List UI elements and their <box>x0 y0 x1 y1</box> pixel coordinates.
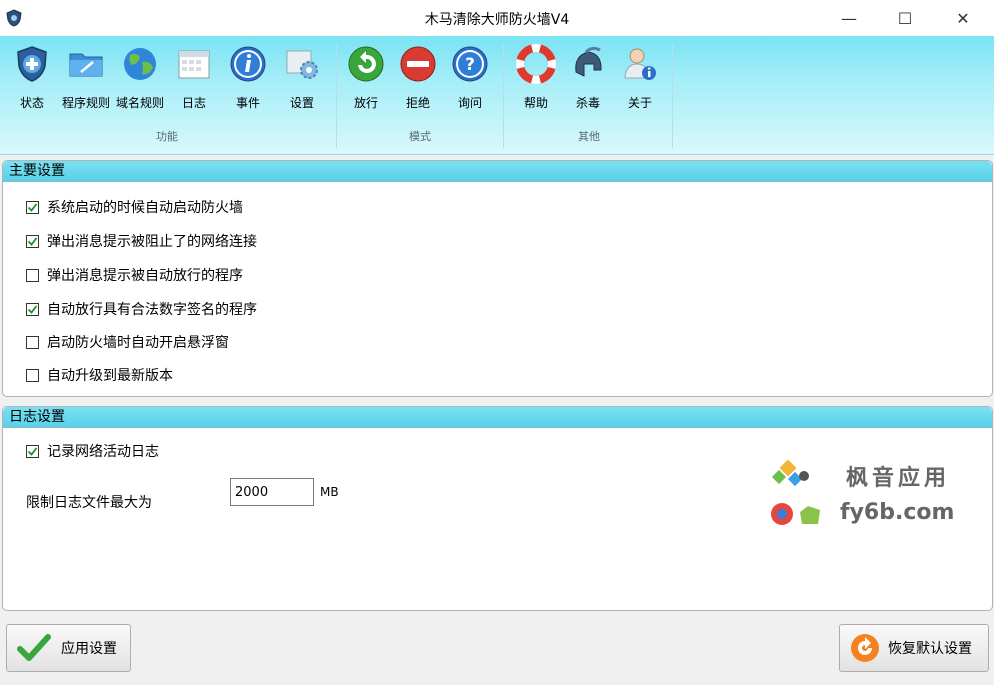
tool-label: 状态 <box>19 96 44 110</box>
tool-label: 帮助 <box>523 96 548 110</box>
tool-label: 杀毒 <box>575 96 600 110</box>
title-bar: 木马清除大师防火墙V4 — ☐ ✕ <box>0 0 994 36</box>
restore-icon <box>851 634 879 662</box>
tool-label: 设置 <box>289 96 314 110</box>
info-icon <box>230 46 266 82</box>
tool-program-rules[interactable]: 程序规则 <box>60 44 112 111</box>
tool-label: 程序规则 <box>61 96 110 110</box>
tool-domain-rules[interactable]: 域名规则 <box>114 44 166 111</box>
maximize-icon: ☐ <box>897 8 913 28</box>
tool-settings[interactable]: 设置 <box>276 44 328 111</box>
ribbon-divider <box>503 44 504 148</box>
checkmark-icon <box>17 634 51 661</box>
tool-label: 域名规则 <box>115 96 164 110</box>
ribbon-group-label: 功能 <box>156 130 178 143</box>
user-info-icon <box>624 48 656 80</box>
ribbon-group-function: 状态 程序规则 域名规则 日志 事件 设置 功能 <box>2 40 332 150</box>
tool-label: 询问 <box>457 96 482 110</box>
tool-label: 日志 <box>181 96 206 110</box>
ribbon-divider <box>672 44 673 148</box>
close-icon: ✕ <box>956 8 970 28</box>
folder-icon <box>69 53 103 77</box>
settings-icon <box>286 50 318 79</box>
checkbox-unchecked[interactable] <box>26 368 39 382</box>
restore-defaults-label: 恢复默认设置 <box>888 641 972 657</box>
minimize-button[interactable]: — <box>826 0 872 36</box>
checkbox-checked[interactable] <box>26 234 39 248</box>
log-limit-unit: MB <box>320 485 339 499</box>
option-label: 弹出消息提示被阻止了的网络连接 <box>47 234 257 250</box>
check-icon <box>27 446 38 456</box>
shield-plus-icon <box>17 46 47 82</box>
option-auto-upgrade[interactable]: 自动升级到最新版本 <box>26 365 173 385</box>
allow-icon <box>348 46 384 82</box>
check-icon <box>27 304 38 314</box>
checkbox-unchecked[interactable] <box>26 268 39 282</box>
tool-log[interactable]: 日志 <box>168 44 220 111</box>
checkbox-checked[interactable] <box>26 444 39 458</box>
log-settings-header: 日志设置 <box>3 407 992 428</box>
tool-allow[interactable]: 放行 <box>340 44 392 111</box>
checkbox-unchecked[interactable] <box>26 335 39 349</box>
option-allow-signed[interactable]: 自动放行具有合法数字签名的程序 <box>26 299 257 319</box>
option-label: 自动升级到最新版本 <box>47 368 173 384</box>
lifebuoy-icon <box>516 44 556 84</box>
tool-about[interactable]: 关于 <box>614 44 666 111</box>
ribbon-toolbar: 状态 程序规则 域名规则 日志 事件 设置 功能 放行 拒绝 ? 询问 模式 帮… <box>0 36 994 155</box>
calendar-icon <box>178 50 210 79</box>
helmet-icon <box>575 46 602 77</box>
ribbon-group-other: 帮助 杀毒 关于 其他 <box>506 40 672 150</box>
tool-status[interactable]: 状态 <box>6 44 58 111</box>
watermark-domain: fy6b.com <box>840 500 955 525</box>
option-label: 弹出消息提示被自动放行的程序 <box>47 268 243 284</box>
apply-settings-button[interactable]: 应用设置 <box>6 624 131 672</box>
ribbon-divider <box>336 44 337 148</box>
tool-label: 放行 <box>353 96 378 110</box>
watermark: 枫音应用 fy6b.com <box>770 460 980 530</box>
tool-help[interactable]: 帮助 <box>510 44 562 111</box>
tool-label: 事件 <box>235 96 260 110</box>
option-label: 自动放行具有合法数字签名的程序 <box>47 302 257 318</box>
close-button[interactable]: ✕ <box>940 0 986 36</box>
option-notify-blocked[interactable]: 弹出消息提示被阻止了的网络连接 <box>26 231 257 251</box>
ribbon-group-label: 模式 <box>409 130 431 143</box>
deny-icon <box>400 46 436 82</box>
maximize-button[interactable]: ☐ <box>882 0 928 36</box>
watermark-logo-icon <box>771 460 809 487</box>
watermark-title: 枫音应用 <box>846 466 951 491</box>
globe-icon <box>124 48 156 80</box>
restore-defaults-button[interactable]: 恢复默认设置 <box>839 624 989 672</box>
ribbon-group-label: 其他 <box>578 130 600 143</box>
question-icon: ? <box>452 46 488 82</box>
tool-deny[interactable]: 拒绝 <box>392 44 444 111</box>
ribbon-group-mode: 放行 拒绝 ? 询问 模式 <box>338 40 502 150</box>
option-autostart[interactable]: 系统启动的时候自动启动防火墙 <box>26 197 243 217</box>
option-label: 记录网络活动日志 <box>47 444 159 460</box>
option-label: 系统启动的时候自动启动防火墙 <box>47 200 243 216</box>
check-icon <box>27 236 38 246</box>
main-settings-header: 主要设置 <box>3 161 992 182</box>
log-limit-label: 限制日志文件最大为 <box>26 495 152 511</box>
apply-settings-label: 应用设置 <box>61 641 117 657</box>
log-limit-input[interactable] <box>230 478 314 506</box>
watermark-platform-icons <box>771 503 820 525</box>
tool-ask[interactable]: ? 询问 <box>444 44 496 111</box>
tool-antivirus[interactable]: 杀毒 <box>562 44 614 111</box>
option-floating-window[interactable]: 启动防火墙时自动开启悬浮窗 <box>26 332 229 352</box>
minimize-icon: — <box>841 8 857 28</box>
check-icon <box>27 202 38 212</box>
option-record-log[interactable]: 记录网络活动日志 <box>26 441 159 461</box>
tool-label: 关于 <box>627 96 652 110</box>
tool-events[interactable]: 事件 <box>222 44 274 111</box>
option-label: 启动防火墙时自动开启悬浮窗 <box>47 335 229 351</box>
option-notify-allowed[interactable]: 弹出消息提示被自动放行的程序 <box>26 265 243 285</box>
tool-label: 拒绝 <box>405 96 430 110</box>
svg-text:?: ? <box>465 55 475 75</box>
checkbox-checked[interactable] <box>26 302 39 316</box>
checkbox-checked[interactable] <box>26 200 39 214</box>
